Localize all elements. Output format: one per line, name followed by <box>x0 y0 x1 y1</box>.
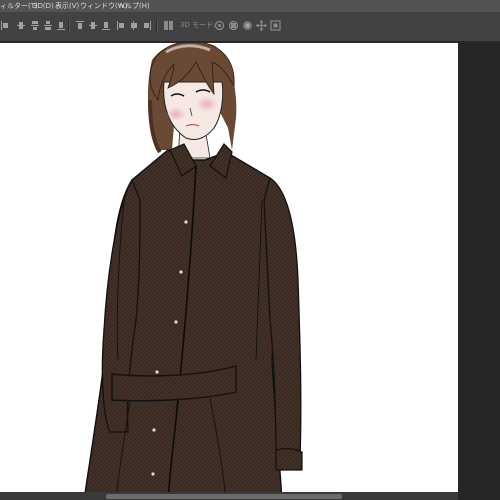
align-horizontal-centers-icon[interactable] <box>17 20 25 31</box>
menu-3d[interactable]: 3D(D) <box>33 0 54 12</box>
workspace-gutter <box>458 43 500 500</box>
scale-3d-icon[interactable] <box>270 20 281 31</box>
menu-view[interactable]: 表示(V) <box>55 0 79 12</box>
options-bar: 3D モード: <box>0 12 500 41</box>
toolbar-separator <box>156 19 158 33</box>
align-right-edges-icon[interactable] <box>31 20 39 31</box>
slide-3d-icon[interactable] <box>256 20 267 31</box>
menu-help[interactable]: ヘルプ(H) <box>118 0 150 12</box>
distribute-horizontal-centers-icon[interactable] <box>130 20 138 31</box>
align-left-edges-icon[interactable] <box>1 20 9 31</box>
orbit-3d-icon[interactable] <box>214 20 225 31</box>
auto-align-layers-icon[interactable] <box>164 20 173 31</box>
drag-3d-icon[interactable] <box>242 20 253 31</box>
distribute-bottom-icon[interactable] <box>102 20 110 31</box>
roll-3d-icon[interactable] <box>228 20 239 31</box>
distribute-left-icon[interactable] <box>117 20 125 31</box>
toolbar-separator <box>68 19 70 33</box>
artwork-illustration <box>84 43 303 495</box>
document-canvas[interactable] <box>0 43 458 495</box>
distribute-top-icon[interactable] <box>76 20 84 31</box>
align-vertical-centers-icon[interactable] <box>57 20 65 31</box>
menu-bar: ィルター(T) 3D(D) 表示(V) ウィンドウ(W) ヘルプ(H) <box>0 0 500 12</box>
mode-3d-label: 3D モード: <box>180 21 216 29</box>
align-top-edges-icon[interactable] <box>44 20 52 31</box>
distribute-right-icon[interactable] <box>143 20 151 31</box>
distribute-vertical-centers-icon[interactable] <box>89 20 97 31</box>
horizontal-scrollbar-thumb[interactable] <box>106 494 342 499</box>
